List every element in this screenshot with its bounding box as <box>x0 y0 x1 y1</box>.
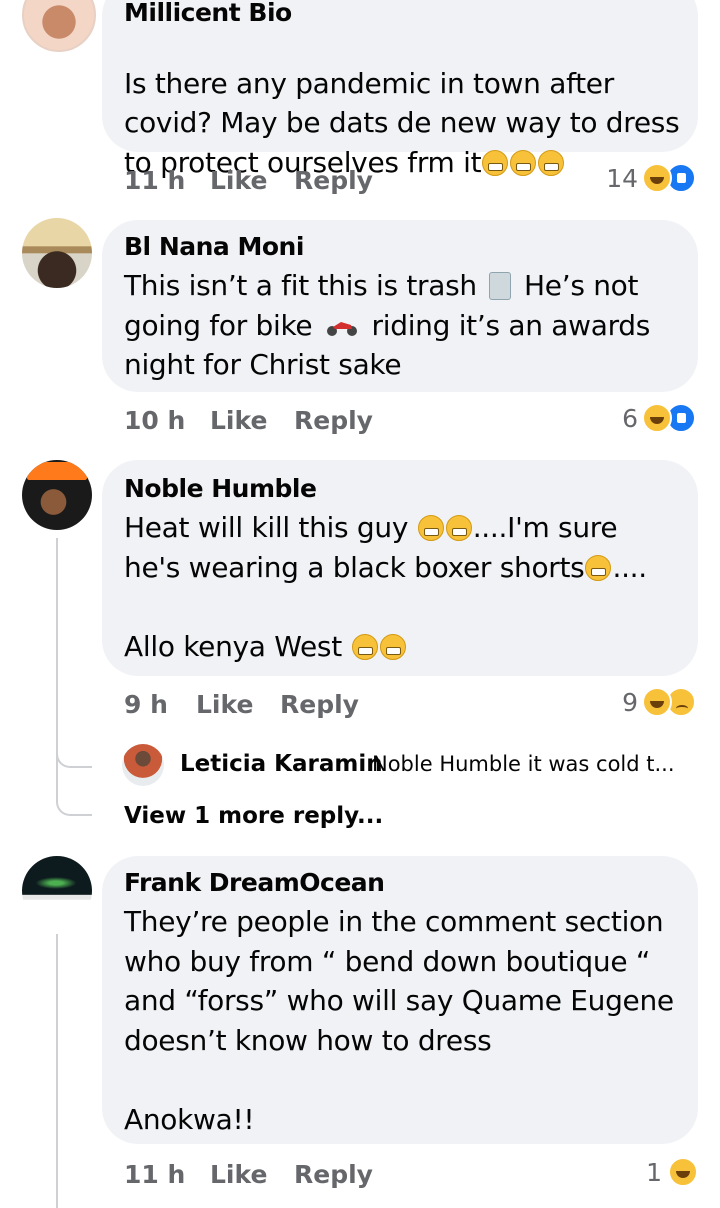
like-button[interactable]: Like <box>196 690 253 719</box>
comment-time[interactable]: 11 h <box>124 1160 185 1189</box>
partying-face-emoji <box>482 149 509 176</box>
grinning-emoji <box>585 554 612 581</box>
reaction-summary[interactable] <box>640 403 700 433</box>
reaction-count[interactable]: 6 <box>622 404 638 433</box>
partying-face-emoji <box>510 149 537 176</box>
reply-author[interactable]: Leticia Karamin <box>180 751 383 777</box>
thread-connector <box>56 768 92 816</box>
thread-connector <box>56 740 92 768</box>
grinning-emoji <box>417 515 444 541</box>
like-button[interactable]: Like <box>210 406 267 435</box>
comment-bubble: Noble Humble Heat will kill this guy ...… <box>102 460 698 676</box>
reply-button[interactable]: Reply <box>280 690 359 719</box>
motorcycle-emoji <box>326 321 357 336</box>
comment-time[interactable]: 11 h <box>124 166 185 195</box>
avatar[interactable] <box>22 0 96 52</box>
comment-author[interactable]: Millicent Bio <box>124 0 292 27</box>
thread-line <box>56 934 58 1208</box>
comment-bubble: Frank DreamOcean They’re people in the c… <box>102 856 698 1144</box>
comment-time[interactable]: 9 h <box>124 690 168 719</box>
view-more-replies[interactable]: View 1 more reply... <box>124 803 383 829</box>
comment-text: Is there any pandemic in town after covi… <box>124 66 680 179</box>
comment-text: This isn’t a fit this is trash He’s not … <box>124 269 651 381</box>
reply-button[interactable]: Reply <box>294 406 373 435</box>
grinning-emoji <box>351 633 378 660</box>
comment-text: They’re people in the comment section wh… <box>124 905 674 1136</box>
like-button[interactable]: Like <box>210 166 267 195</box>
thread-line <box>56 538 58 768</box>
comment-bubble: Bl Nana Moni This isn’t a fit this is tr… <box>102 220 698 392</box>
laugh-reaction-icon <box>642 403 672 433</box>
tears-of-joy-emoji <box>445 515 472 541</box>
reply-avatar[interactable] <box>122 744 164 786</box>
avatar[interactable] <box>22 856 92 926</box>
reaction-summary[interactable] <box>666 1157 700 1187</box>
avatar[interactable] <box>22 460 92 530</box>
comment-author[interactable]: Frank DreamOcean <box>124 868 385 897</box>
reaction-count[interactable]: 1 <box>646 1158 662 1187</box>
reply-button[interactable]: Reply <box>294 166 373 195</box>
partying-face-emoji <box>538 149 565 176</box>
laugh-reaction-icon <box>668 1157 698 1187</box>
laugh-reaction-icon <box>642 163 672 193</box>
like-button[interactable]: Like <box>210 1160 267 1189</box>
wastebasket-emoji <box>489 272 512 300</box>
reaction-summary[interactable] <box>640 163 700 193</box>
reaction-count[interactable]: 14 <box>606 164 638 193</box>
reply-preview-text[interactable]: Noble Humble it was cold t... <box>372 752 675 776</box>
comment-bubble: Millicent Bio Is there any pandemic in t… <box>102 0 698 179</box>
reaction-summary[interactable] <box>640 687 700 717</box>
reply-button[interactable]: Reply <box>294 1160 373 1189</box>
comment-text: Heat will kill this guy ....I'm sure he'… <box>124 511 647 663</box>
laugh-reaction-icon <box>642 687 672 717</box>
grinning-emoji <box>379 633 406 660</box>
comment-author[interactable]: Noble Humble <box>124 474 317 503</box>
reaction-count[interactable]: 9 <box>622 688 638 717</box>
comment-time[interactable]: 10 h <box>124 406 185 435</box>
comment-author[interactable]: Bl Nana Moni <box>124 232 304 261</box>
avatar[interactable] <box>22 218 92 288</box>
